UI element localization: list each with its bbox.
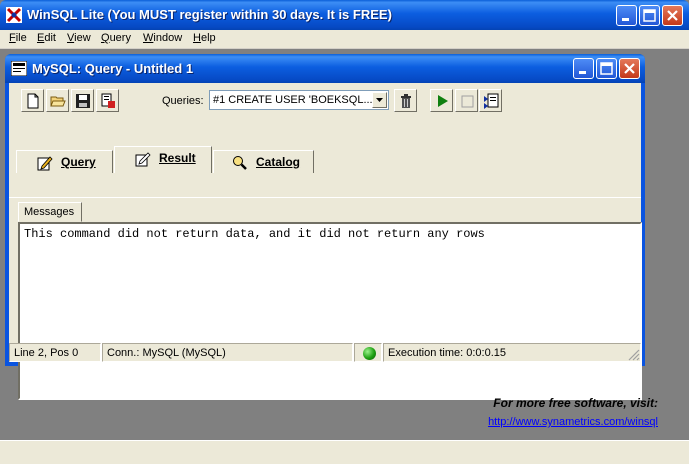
stop-icon [461, 95, 474, 108]
child-minimize-button[interactable] [573, 58, 594, 79]
resize-grip-icon[interactable] [626, 347, 640, 361]
query-window-body: Queries: #1 CREATE USER 'BOEKSQL... Quer… [9, 83, 642, 400]
promo-heading: For more free software, visit: [493, 396, 658, 410]
chevron-down-icon [376, 98, 383, 102]
maximize-button[interactable] [639, 5, 660, 26]
messages-text: This command did not return data, and it… [24, 227, 485, 241]
open-button[interactable] [46, 89, 69, 112]
tab-divider [9, 197, 641, 198]
menu-view[interactable]: View [67, 32, 91, 44]
queries-label: Queries: [162, 95, 204, 107]
menu-edit-label: Edit [37, 32, 56, 44]
delete-query-button[interactable] [394, 89, 417, 112]
query-options-button[interactable] [479, 89, 502, 112]
app-title: WinSQL Lite (You MUST register within 30… [27, 7, 392, 22]
winsql-app-icon[interactable] [6, 7, 22, 23]
menu-edit[interactable]: Edit [37, 32, 56, 44]
maximize-icon [600, 62, 613, 75]
menu-window-label: Window [143, 32, 183, 44]
maximize-icon [643, 9, 656, 22]
tab-result[interactable]: Result [114, 146, 212, 173]
save-button[interactable] [71, 89, 94, 112]
menu-file[interactable]: File [9, 32, 27, 44]
status-cursor-position: Line 2, Pos 0 [9, 343, 101, 362]
menu-window[interactable]: Window [143, 32, 182, 44]
status-led-cell [354, 343, 382, 362]
minimize-icon [622, 18, 629, 21]
child-maximize-button[interactable] [596, 58, 617, 79]
messages-tab-label: Messages [24, 206, 75, 218]
queries-dropdown[interactable]: #1 CREATE USER 'BOEKSQL... [209, 90, 389, 110]
promo-link[interactable]: http://www.synametrics.com/winsql [488, 416, 658, 428]
status-execution: Execution time: 0:0:0.15 [383, 343, 641, 362]
export-document-icon [101, 93, 115, 108]
menu-query[interactable]: Query [101, 32, 131, 44]
app-titlebar: WinSQL Lite (You MUST register within 30… [0, 0, 689, 30]
messages-tab[interactable]: Messages [18, 202, 82, 222]
status-connection: Conn.: MySQL (MySQL) [102, 343, 353, 362]
close-icon [667, 10, 678, 21]
tab-catalog-label: Catalog [256, 155, 301, 169]
minimize-button[interactable] [616, 5, 637, 26]
status-position-text: Line 2, Pos 0 [14, 347, 79, 359]
query-window-title: MySQL: Query - Untitled 1 [32, 61, 194, 76]
menu-help-label: Help [193, 32, 216, 44]
app-statusbar [0, 440, 689, 464]
magnifier-icon [233, 156, 247, 170]
query-options-icon [484, 93, 499, 109]
status-execution-text: Execution time: 0:0:0.15 [388, 347, 507, 359]
pencil-note-icon [37, 156, 53, 171]
trash-icon [401, 94, 411, 108]
query-statusbar: Line 2, Pos 0 Conn.: MySQL (MySQL) Execu… [9, 343, 649, 364]
menu-query-label: Query [101, 32, 131, 44]
menu-view-label: View [67, 32, 91, 44]
sql-document-icon[interactable] [11, 61, 27, 76]
menu-help[interactable]: Help [193, 32, 216, 44]
menu-file-label: File [9, 32, 27, 44]
new-query-button[interactable] [21, 89, 44, 112]
query-window: MySQL: Query - Untitled 1 Queries: #1 CR… [5, 54, 645, 400]
open-folder-icon [50, 96, 66, 107]
menu-bar: File Edit View Query Window Help [0, 30, 689, 49]
edit-result-icon [135, 152, 151, 167]
tab-catalog[interactable]: Catalog [213, 150, 314, 173]
execute-button[interactable] [430, 89, 453, 112]
connection-status-led-icon [363, 347, 376, 360]
play-icon [438, 95, 448, 107]
queries-selected-value: #1 CREATE USER 'BOEKSQL... [213, 94, 373, 106]
dropdown-button[interactable] [372, 92, 387, 108]
close-button[interactable] [662, 5, 683, 26]
query-window-titlebar: MySQL: Query - Untitled 1 [5, 54, 645, 83]
stop-button[interactable] [455, 89, 478, 112]
tab-query-label: Query [61, 155, 96, 169]
status-connection-text: Conn.: MySQL (MySQL) [107, 347, 226, 359]
child-close-button[interactable] [619, 58, 640, 79]
close-icon [624, 63, 635, 74]
save-disk-icon [76, 94, 90, 108]
minimize-icon [579, 71, 586, 74]
tab-query[interactable]: Query [16, 150, 113, 173]
messages-panel[interactable]: This command did not return data, and it… [18, 222, 642, 400]
tab-result-label: Result [159, 151, 196, 165]
new-document-icon [27, 93, 39, 109]
export-button[interactable] [96, 89, 119, 112]
